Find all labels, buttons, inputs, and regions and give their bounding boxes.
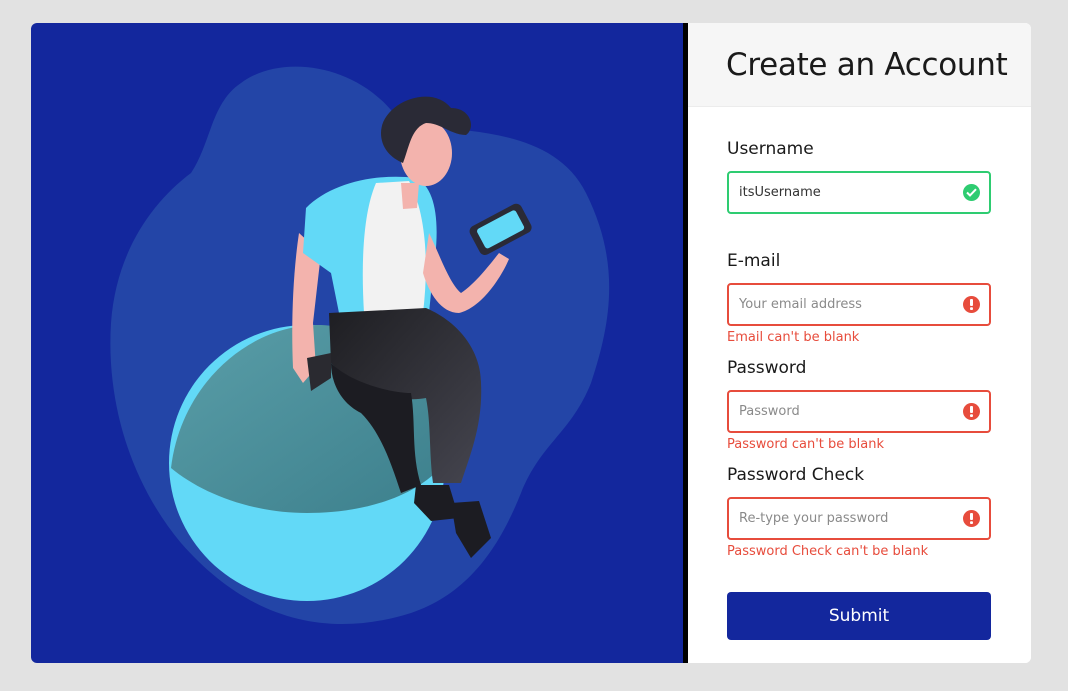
email-field-group: E-mail Email can't be blank: [727, 250, 991, 347]
email-input-wrapper: [727, 283, 991, 326]
password-check-input[interactable]: [729, 499, 989, 538]
password-input[interactable]: [729, 392, 989, 431]
email-error-message: Email can't be blank: [727, 330, 860, 345]
username-field-group: Username: [727, 138, 991, 214]
password-label: Password: [727, 358, 807, 378]
username-label: Username: [727, 139, 814, 159]
hero-illustration: [31, 23, 683, 663]
exclamation-circle-icon: [963, 296, 980, 313]
email-input[interactable]: [729, 285, 989, 324]
exclamation-circle-icon: [963, 403, 980, 420]
password-check-label: Password Check: [727, 465, 865, 485]
form-title: Create an Account: [726, 46, 1008, 83]
password-field-group: Password Password can't be blank: [727, 357, 991, 454]
password-check-error-message: Password Check can't be blank: [727, 544, 929, 559]
password-check-field-group: Password Check Password Check can't be b…: [727, 464, 991, 561]
password-error-message: Password can't be blank: [727, 437, 884, 452]
submit-button[interactable]: Submit: [727, 592, 991, 640]
exclamation-circle-icon: [963, 510, 980, 527]
signup-form: Username E-mail Email can't be blank: [688, 107, 1031, 640]
signup-card: Create an Account Username E-mail: [31, 23, 1031, 663]
check-circle-icon: [963, 184, 980, 201]
password-input-wrapper: [727, 390, 991, 433]
signup-form-panel: Create an Account Username E-mail: [688, 23, 1031, 663]
username-input[interactable]: [729, 173, 989, 212]
person-on-ball-illustration: [110, 66, 610, 625]
password-check-input-wrapper: [727, 497, 991, 540]
email-label: E-mail: [727, 251, 781, 271]
form-header: Create an Account: [688, 23, 1031, 107]
username-input-wrapper: [727, 171, 991, 214]
